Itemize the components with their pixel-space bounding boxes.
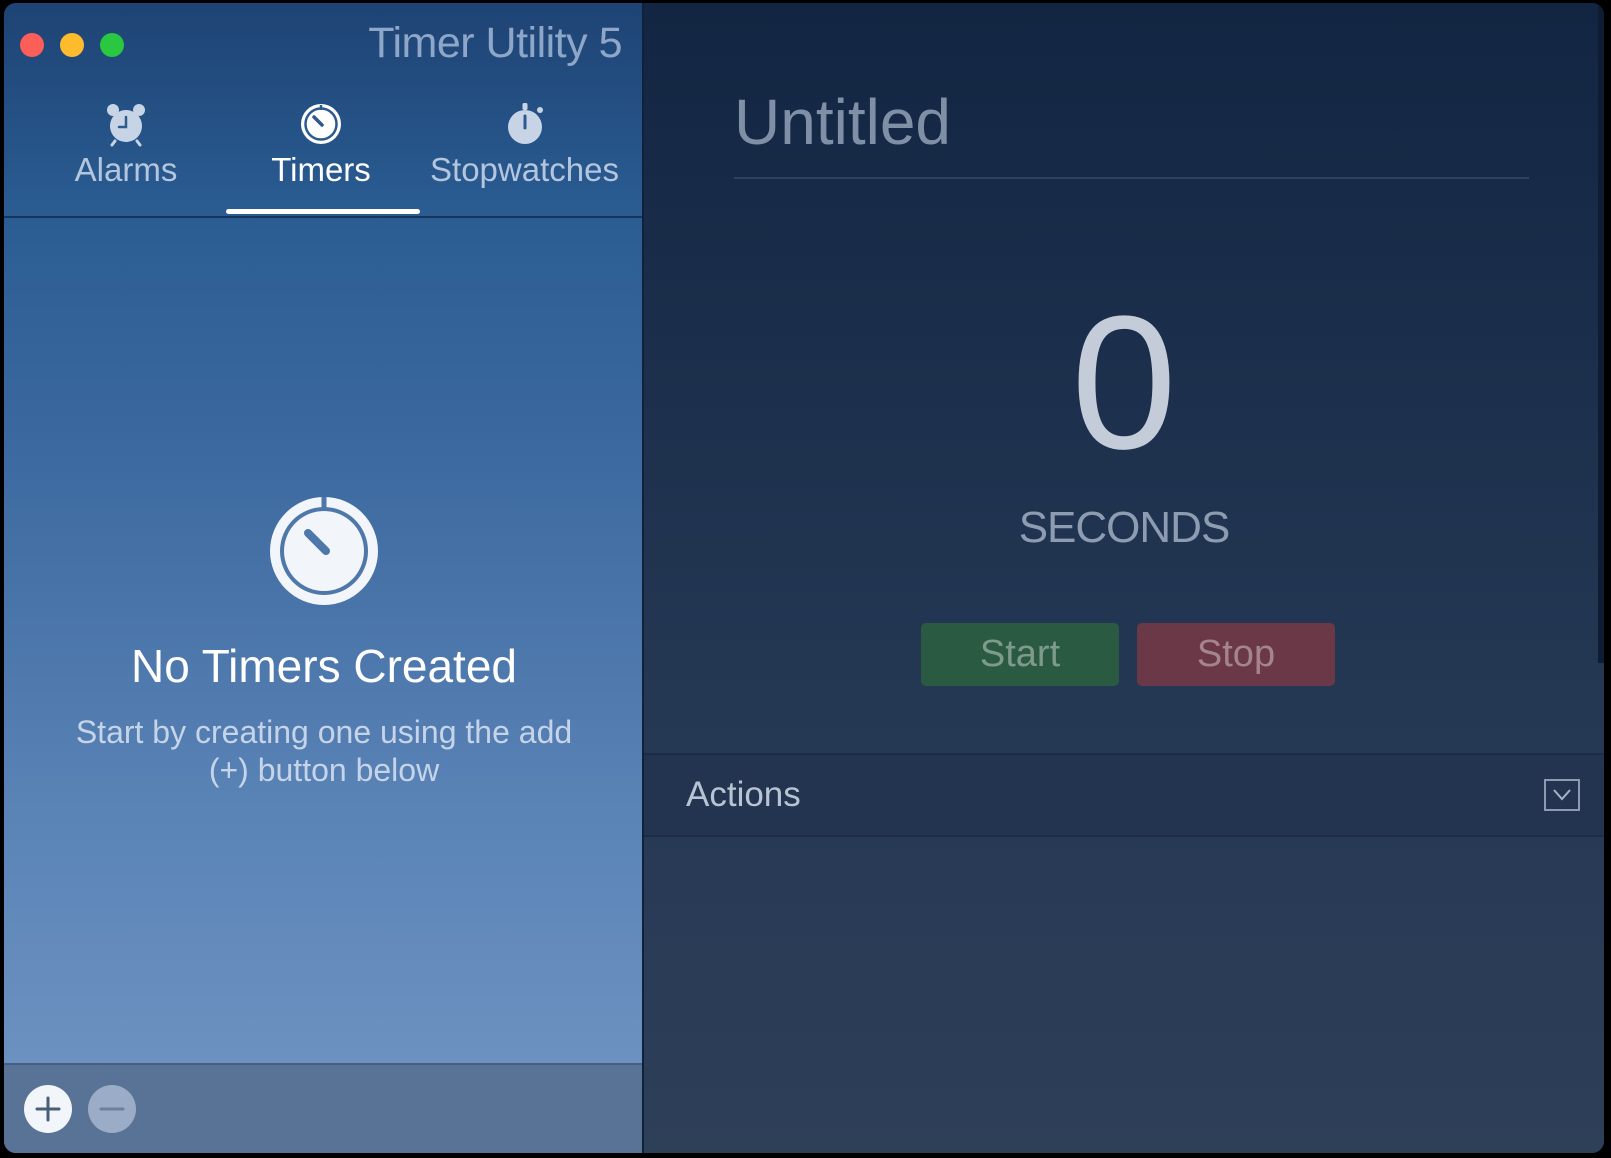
chevron-down-icon	[1553, 789, 1571, 801]
title-bar: Timer Utility 5	[4, 3, 642, 93]
empty-state-subtitle: Start by creating one using the add (+) …	[75, 714, 573, 788]
minus-icon	[99, 1107, 125, 1111]
tab-alarms[interactable]: Alarms	[26, 101, 226, 211]
tab-bar: Alarms Timers Stopwatches	[4, 93, 642, 218]
stop-button[interactable]: Stop	[1137, 623, 1335, 686]
alarm-clock-icon	[107, 104, 145, 147]
actions-label: Actions	[686, 775, 801, 814]
actions-expand-toggle[interactable]	[1544, 779, 1580, 811]
tab-alarms-label: Alarms	[74, 151, 178, 188]
tab-timers-label: Timers	[271, 151, 371, 188]
tab-timers[interactable]: Timers	[221, 101, 421, 211]
timer-icon	[301, 104, 341, 144]
app-title: Timer Utility 5	[368, 19, 622, 67]
minimize-window-button[interactable]	[60, 33, 84, 57]
add-timer-button[interactable]	[24, 1085, 72, 1133]
start-button[interactable]: Start	[921, 623, 1119, 686]
sidebar-bottom-bar	[4, 1063, 642, 1153]
maximize-window-button[interactable]	[100, 33, 124, 57]
actions-section-header[interactable]: Actions	[644, 753, 1604, 837]
timer-name-field[interactable]: Untitled	[734, 85, 1529, 179]
tab-stopwatches[interactable]: Stopwatches	[417, 101, 632, 211]
timer-detail-pane: Untitled 0 SECONDS Start Stop Actions	[644, 3, 1604, 1153]
scrollbar-track[interactable]	[1598, 3, 1604, 663]
app-window: Timer Utility 5 Alarms Timers Stopwatche…	[4, 3, 1604, 1153]
sidebar: Timer Utility 5 Alarms Timers Stopwatche…	[4, 3, 644, 1153]
close-window-button[interactable]	[20, 33, 44, 57]
active-tab-indicator	[226, 209, 420, 214]
stopwatch-icon	[507, 103, 543, 144]
remove-timer-button[interactable]	[88, 1085, 136, 1133]
countdown-unit: SECONDS	[1018, 503, 1231, 552]
empty-state: No Timers Created Start by creating one …	[4, 493, 644, 789]
countdown-value: 0	[1071, 277, 1177, 489]
tab-stopwatches-label: Stopwatches	[430, 151, 619, 188]
timer-icon	[270, 497, 378, 605]
plus-icon	[35, 1096, 61, 1122]
empty-state-title: No Timers Created	[130, 640, 517, 692]
